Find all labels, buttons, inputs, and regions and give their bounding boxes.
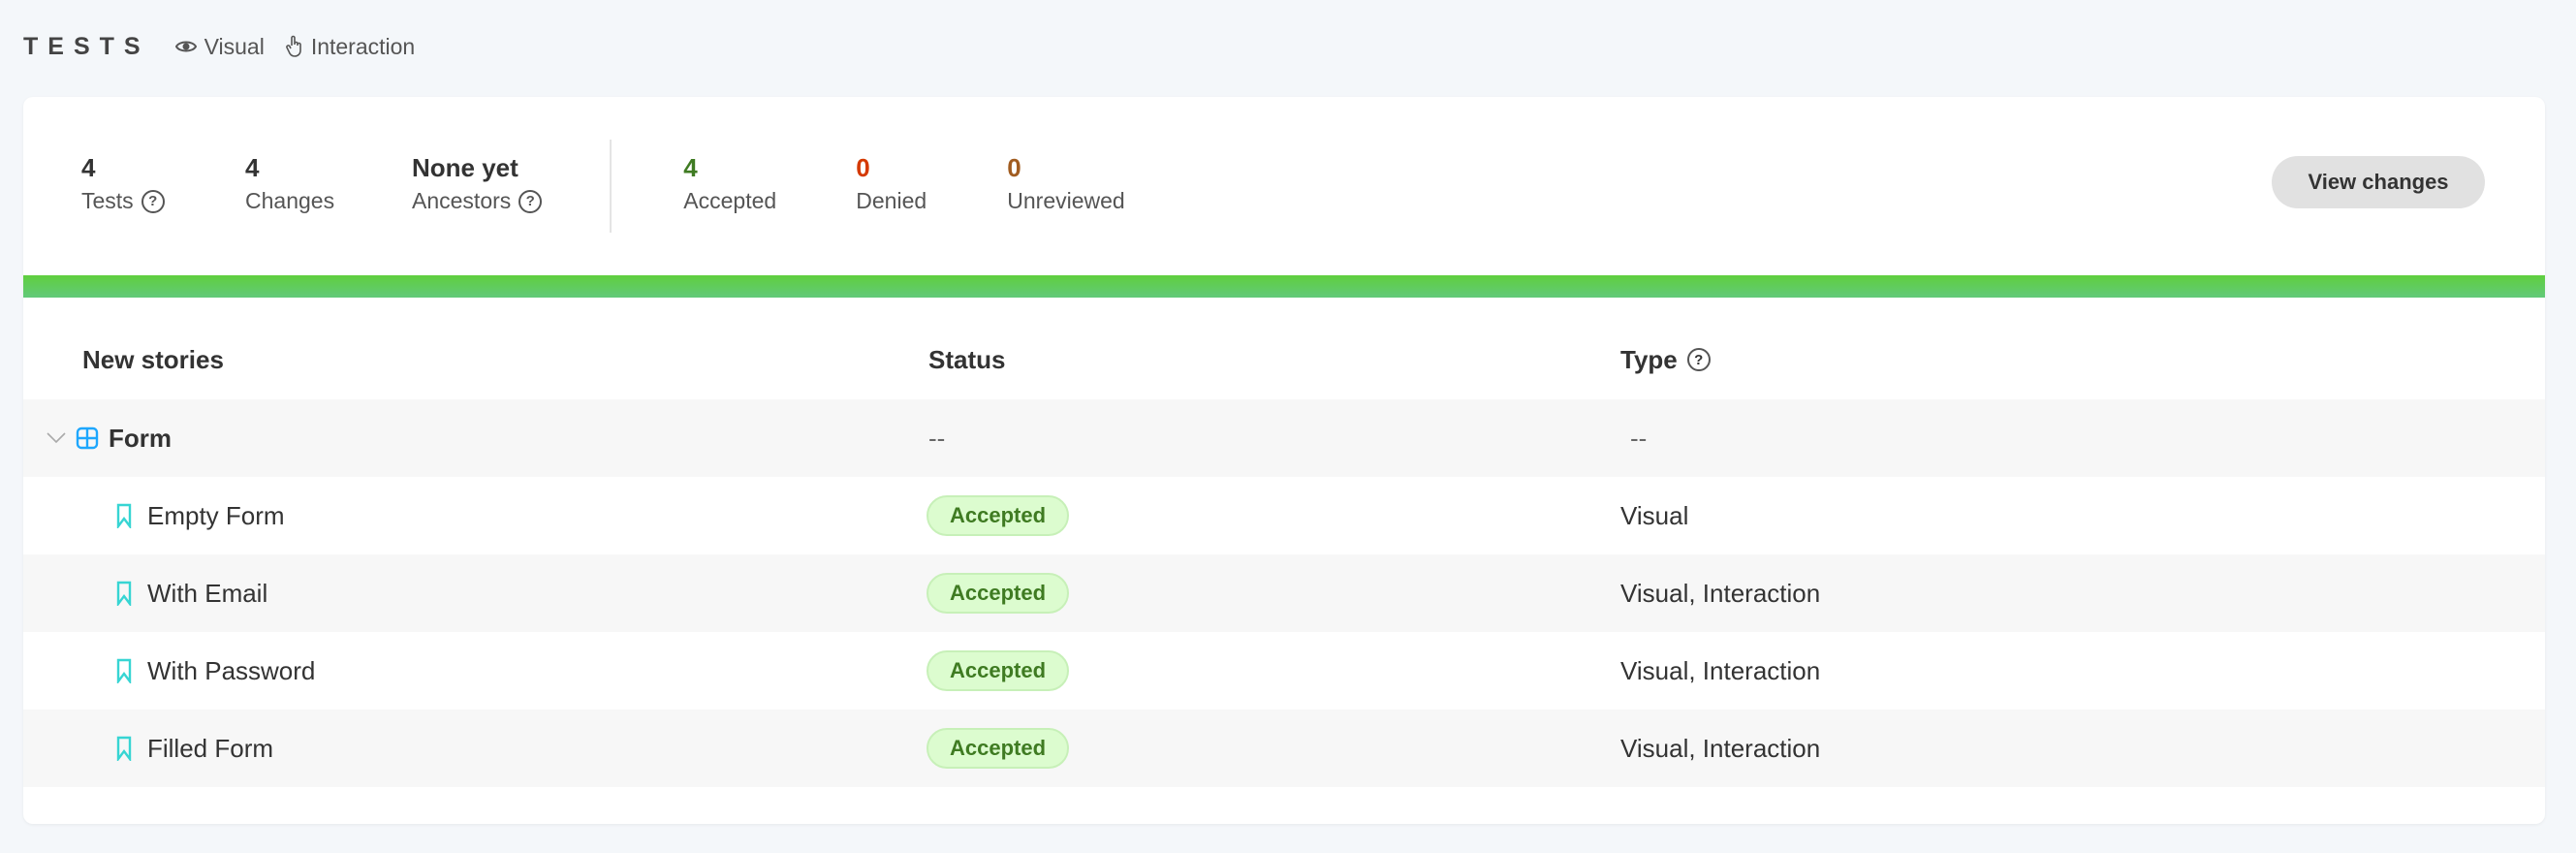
status-cell: --	[928, 423, 946, 453]
stat-denied: 0 Denied	[856, 153, 1007, 214]
column-header-type: Type?	[1620, 345, 1711, 375]
type-cell: Visual, Interaction	[1620, 578, 1821, 608]
divider	[610, 140, 613, 233]
help-icon[interactable]: ?	[141, 189, 165, 213]
bookmark-icon	[116, 658, 132, 683]
status-badge: Accepted	[927, 495, 1070, 536]
component-icon	[76, 426, 99, 450]
status-badge: Accepted	[927, 573, 1070, 614]
group-name: Form	[109, 423, 172, 453]
table-header: New stories Status Type?	[23, 320, 2545, 399]
mode-label: Visual	[204, 33, 265, 59]
chevron-down-icon[interactable]	[47, 432, 66, 444]
story-name: With Email	[147, 578, 268, 608]
stat-accepted: 4 Accepted	[683, 153, 856, 214]
stat-label: Unreviewed	[1007, 188, 1125, 213]
stats-row: 4 Tests? 4 Changes None yet Ancestors? 4…	[81, 140, 1125, 233]
build-summary-card: 4 Tests? 4 Changes None yet Ancestors? 4…	[23, 97, 2545, 824]
stat-value: 4	[245, 153, 260, 182]
help-icon[interactable]: ?	[1686, 348, 1711, 371]
type-cell: Visual	[1620, 500, 1689, 530]
story-row[interactable]: With Email Accepted Visual, Interaction	[23, 554, 2545, 632]
story-row[interactable]: Empty Form Accepted Visual	[23, 477, 2545, 554]
stat-value: 0	[856, 153, 870, 182]
bookmark-icon	[116, 503, 132, 528]
story-row[interactable]: With Password Accepted Visual, Interacti…	[23, 632, 2545, 710]
stat-value: None yet	[412, 153, 518, 182]
status-badge: Accepted	[927, 650, 1070, 691]
stat-label: Denied	[856, 188, 927, 213]
stat-label: Ancestors	[412, 188, 512, 213]
column-header-stories: New stories	[82, 344, 224, 374]
type-cell: Visual, Interaction	[1620, 655, 1821, 685]
mode-interaction: Interaction	[286, 34, 415, 60]
stat-value: 4	[81, 153, 96, 182]
bookmark-icon	[116, 581, 132, 606]
stat-label: Tests	[81, 188, 134, 213]
stat-label: Changes	[245, 188, 335, 213]
story-name: With Password	[147, 655, 316, 685]
view-changes-button[interactable]: View changes	[2272, 156, 2485, 208]
tests-header: TESTS Visual Interaction	[23, 29, 436, 64]
stat-changes: 4 Changes	[245, 153, 412, 214]
story-name: Filled Form	[147, 733, 274, 763]
story-name: Empty Form	[147, 500, 285, 530]
type-cell: Visual, Interaction	[1620, 733, 1821, 763]
stat-unreviewed: 0 Unreviewed	[1007, 153, 1124, 214]
mode-label: Interaction	[310, 33, 416, 59]
review-progress-bar	[23, 275, 2545, 298]
group-row-form[interactable]: Form -- --	[23, 399, 2545, 477]
stat-value: 4	[683, 153, 698, 182]
column-header-label: Type	[1620, 344, 1678, 374]
stat-ancestors: None yet Ancestors?	[412, 153, 543, 214]
stat-label: Accepted	[683, 188, 777, 213]
bookmark-icon	[116, 736, 132, 761]
type-cell: --	[1630, 423, 1648, 453]
pointer-hand-icon	[286, 35, 301, 57]
status-badge: Accepted	[927, 728, 1070, 769]
stat-value: 0	[1007, 153, 1021, 182]
stat-tests: 4 Tests?	[81, 153, 245, 214]
eye-icon	[174, 41, 197, 52]
help-icon[interactable]: ?	[518, 189, 543, 213]
story-row[interactable]: Filled Form Accepted Visual, Interaction	[23, 710, 2545, 787]
section-title: TESTS	[23, 32, 150, 60]
mode-visual: Visual	[174, 33, 265, 60]
column-header-status: Status	[928, 344, 1006, 374]
